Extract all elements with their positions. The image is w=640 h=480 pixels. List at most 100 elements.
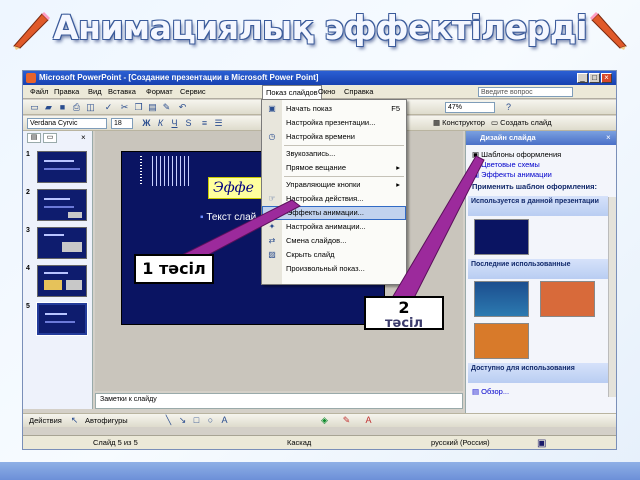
ask-question-input[interactable]: Введите вопрос — [478, 87, 573, 97]
menu-item-animation-schemes[interactable]: ★ Эффекты анимации... — [262, 206, 406, 220]
slide-thumbnail-2[interactable] — [37, 189, 87, 221]
template-thumb-recent-3[interactable] — [474, 323, 529, 359]
line-color-icon[interactable]: ✎ — [341, 415, 352, 426]
menu-item-record-narration[interactable]: Звукозапись... — [262, 147, 406, 161]
thumb-number: 3 — [26, 227, 30, 234]
menu-window[interactable]: Окно — [315, 85, 338, 99]
slide-thumbnail-4[interactable] — [37, 265, 87, 297]
zoom-select[interactable]: 47% — [445, 102, 495, 113]
slides-thumbnail-pane: ▤ ▭ × 1 2 3 4 5 — [23, 131, 93, 409]
pencil-icon — [590, 12, 627, 50]
textbox-icon[interactable]: A — [219, 415, 230, 426]
slide-thumbnail-1[interactable] — [37, 151, 87, 183]
thumb-number: 1 — [26, 151, 30, 158]
oval-icon[interactable]: ○ — [205, 415, 216, 426]
font-size-select[interactable]: 18 — [111, 118, 133, 129]
slide-body-placeholder[interactable]: ▪ Текст слай — [200, 212, 256, 223]
spelling-icon[interactable]: ✓ — [103, 102, 114, 113]
open-icon[interactable]: ▰ — [43, 102, 54, 113]
callout-word: тәсіл — [384, 316, 424, 331]
tab-outline[interactable]: ▤ — [27, 133, 41, 143]
menu-help[interactable]: Справка — [341, 85, 376, 99]
submenu-arrow-icon: ▸ — [396, 180, 400, 189]
browse-icon: ▤ — [472, 387, 482, 396]
new-icon[interactable]: ▭ — [29, 102, 40, 113]
tab-slides[interactable]: ▭ — [43, 133, 57, 143]
bold-icon[interactable]: Ж — [141, 118, 152, 129]
menu-item-start-show[interactable]: ▣ Начать показ F5 — [262, 102, 406, 116]
menu-item-custom-shows[interactable]: Произвольный показ... — [262, 262, 406, 276]
help-icon[interactable]: ? — [503, 102, 514, 113]
submenu-arrow-icon: ▸ — [396, 163, 400, 172]
copy-icon[interactable]: ❐ — [133, 102, 144, 113]
action-icon: ☞ — [268, 194, 276, 203]
color-schemes-link[interactable]: ▣ Цветовые схемы — [472, 160, 540, 169]
format-painter-icon[interactable]: ✎ — [161, 102, 172, 113]
align-center-icon[interactable]: ☰ — [213, 118, 224, 129]
menu-item-setup-show[interactable]: Настройка презентации... — [262, 116, 406, 130]
menubar: Файл Правка Вид Вставка Формат Сервис По… — [23, 85, 616, 99]
menu-item-slide-transition[interactable]: ⇄ Смена слайдов... — [262, 234, 406, 248]
animation-icon: ★ — [269, 209, 277, 218]
menu-separator — [284, 176, 404, 177]
menu-item-custom-animation[interactable]: ✦ Настройка анимации... — [262, 220, 406, 234]
template-thumb-used[interactable] — [474, 219, 529, 255]
underline-icon[interactable]: Ч — [169, 118, 180, 129]
rectangle-icon[interactable]: □ — [191, 415, 202, 426]
close-pane-icon[interactable]: × — [81, 133, 86, 142]
menu-item-online-broadcast[interactable]: Прямое вещание ▸ — [262, 161, 406, 175]
menu-item-action-buttons[interactable]: Управляющие кнопки ▸ — [262, 178, 406, 192]
spelling-status-icon: ▣ — [537, 438, 547, 449]
menu-insert[interactable]: Вставка — [105, 85, 139, 99]
font-select[interactable]: Verdana Cyrvic — [27, 118, 107, 129]
design-button[interactable]: ▦ Конструктор — [433, 118, 485, 127]
menu-tools[interactable]: Сервис — [177, 85, 209, 99]
italic-icon[interactable]: К — [155, 118, 166, 129]
section-used: Используется в данной презентации — [468, 196, 608, 216]
close-button[interactable]: × — [601, 73, 612, 83]
design-templates-link[interactable]: ▣ Шаблоны оформления — [472, 150, 561, 159]
arrow-icon[interactable]: ↘ — [177, 415, 188, 426]
maximize-button[interactable]: □ — [589, 73, 600, 83]
template-thumb-recent-1[interactable] — [474, 281, 529, 317]
menu-item-rehearse-timings[interactable]: ◷ Настройка времени — [262, 130, 406, 144]
callout-number: 2 — [398, 298, 410, 317]
align-left-icon[interactable]: ≡ — [199, 118, 210, 129]
menu-edit[interactable]: Правка — [51, 85, 82, 99]
menu-slideshow[interactable]: Показ слайдов — [262, 85, 322, 99]
slideshow-dropdown-menu: ▣ Начать показ F5 Настройка презентации...… — [261, 99, 407, 285]
paste-icon[interactable]: ▤ — [147, 102, 158, 113]
menu-view[interactable]: Вид — [85, 85, 105, 99]
close-icon[interactable]: × — [606, 133, 611, 142]
menu-item-action-settings[interactable]: ☞ Настройка действия... — [262, 192, 406, 206]
print-icon[interactable]: ⎙ — [71, 102, 82, 113]
footer-band — [0, 462, 640, 480]
save-icon[interactable]: ■ — [57, 102, 68, 113]
shadow-icon[interactable]: S — [183, 118, 194, 129]
new-slide-button[interactable]: ▭ Создать слайд — [491, 118, 552, 127]
menu-format[interactable]: Формат — [143, 85, 176, 99]
fill-color-icon[interactable]: ◈ — [319, 415, 330, 426]
minimize-button[interactable]: _ — [577, 73, 588, 83]
cut-icon[interactable]: ✂ — [119, 102, 130, 113]
select-icon[interactable]: ↖ — [69, 415, 80, 426]
font-color-icon[interactable]: A — [363, 415, 374, 426]
task-pane-scrollbar[interactable] — [608, 197, 616, 397]
preview-icon[interactable]: ◫ — [85, 102, 96, 113]
template-thumb-recent-2[interactable] — [540, 281, 595, 317]
hide-slide-icon: ▨ — [268, 250, 276, 259]
menu-file[interactable]: Файл — [27, 85, 51, 99]
animation-schemes-link[interactable]: ▣ Эффекты анимации — [472, 170, 552, 179]
task-pane: Дизайн слайда × ▣ Шаблоны оформления ▣ Ц… — [465, 131, 616, 413]
menu-item-hide-slide[interactable]: ▨ Скрыть слайд — [262, 248, 406, 262]
actions-menu[interactable]: Действия — [29, 416, 62, 425]
browse-link[interactable]: ▤ Обзор... — [472, 387, 509, 396]
slide-thumbnail-3[interactable] — [37, 227, 87, 259]
notes-pane[interactable]: Заметки к слайду — [95, 393, 463, 409]
autoshapes-menu[interactable]: Автофигуры — [85, 416, 128, 425]
slide-thumbnail-5[interactable] — [36, 302, 88, 336]
thumb-number: 5 — [26, 303, 30, 310]
status-slide: Слайд 5 из 5 — [93, 438, 138, 447]
undo-icon[interactable]: ↶ — [177, 102, 188, 113]
line-icon[interactable]: ╲ — [163, 415, 174, 426]
